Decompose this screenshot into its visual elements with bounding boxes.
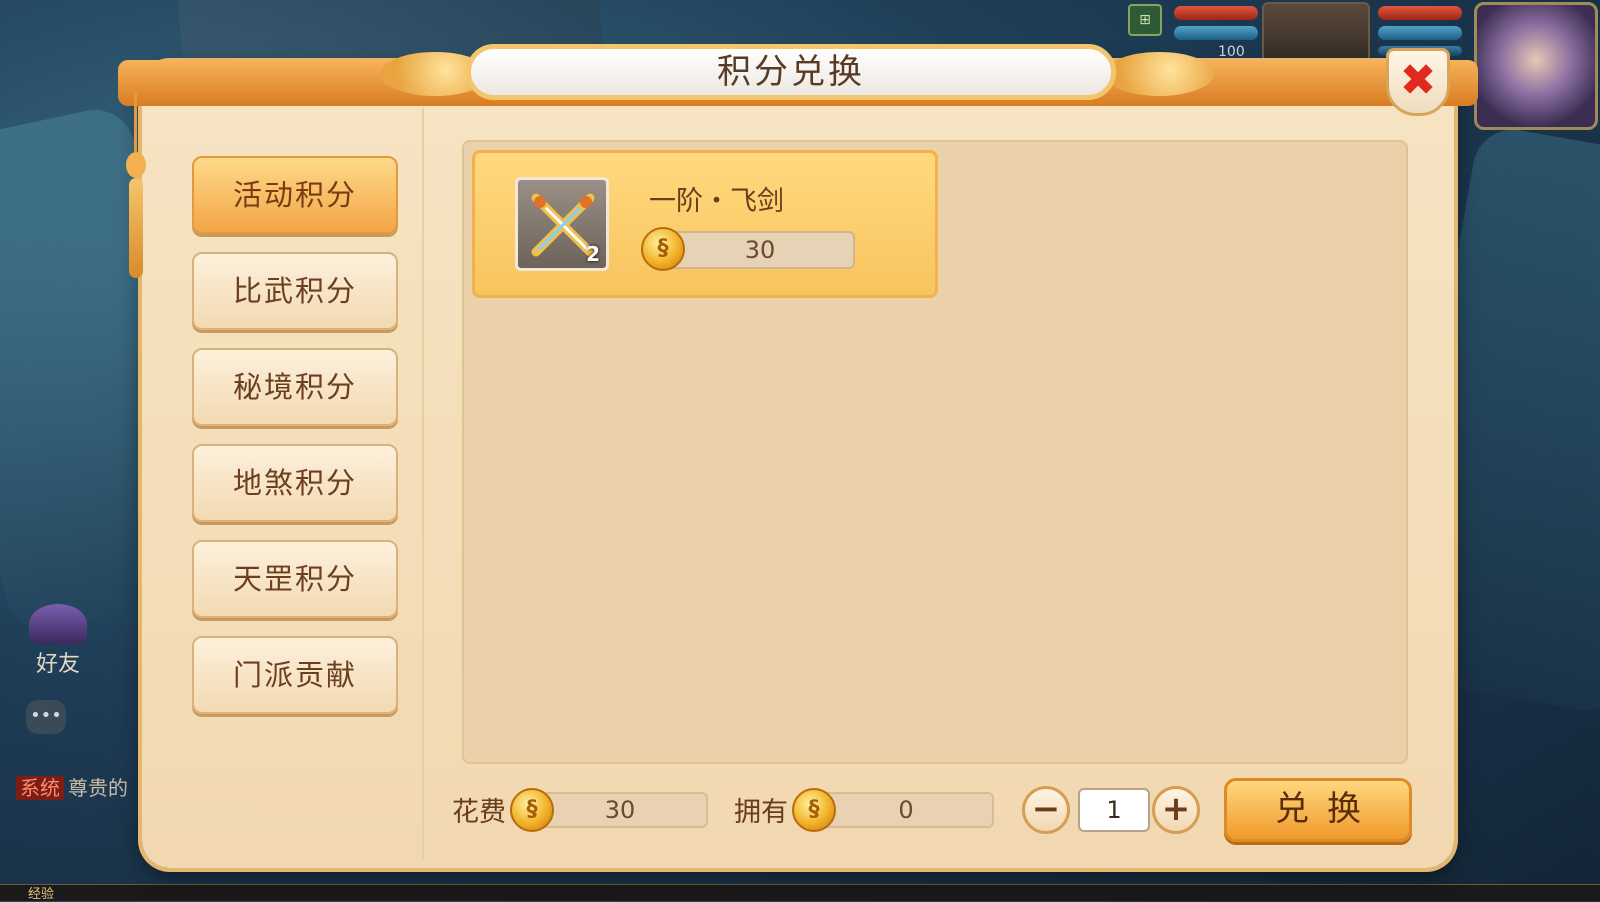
- tassel-cord: [134, 92, 137, 152]
- exp-label: 经验: [28, 887, 55, 902]
- friend-label: 好友: [35, 652, 80, 677]
- level-text: 100: [1218, 44, 1245, 60]
- item-price: 30: [665, 231, 855, 269]
- hp-bar: [1174, 6, 1258, 20]
- right-cloud-ornament: [1104, 52, 1214, 96]
- tab-activity-points[interactable]: 活动积分: [192, 156, 398, 234]
- player-avatar[interactable]: [1474, 2, 1598, 130]
- tab-heaven-star-points[interactable]: 天罡积分: [192, 540, 398, 618]
- tassel-tail: [129, 178, 143, 278]
- tassel-ornament: [126, 92, 146, 292]
- exp-bar: 经验: [0, 884, 1600, 902]
- crossed-swords-icon: 2: [515, 177, 609, 271]
- dialog-title: 积分兑换: [466, 44, 1116, 100]
- item-count: 2: [586, 242, 600, 266]
- system-tag: 系统: [16, 776, 64, 800]
- increase-quantity-button[interactable]: +: [1152, 786, 1200, 834]
- mp-bar: [1174, 26, 1258, 40]
- system-message-line: 系统 尊贵的: [16, 772, 128, 801]
- close-button[interactable]: ✖: [1386, 48, 1450, 116]
- exchange-button[interactable]: 兑换: [1224, 778, 1412, 842]
- coin-icon: §: [641, 227, 685, 271]
- tab-earth-fiend-points[interactable]: 地煞积分: [192, 444, 398, 522]
- own-label: 拥有: [734, 797, 788, 828]
- tab-secret-realm-points[interactable]: 秘境积分: [192, 348, 398, 426]
- tassel-knot: [126, 152, 146, 178]
- tab-arena-points[interactable]: 比武积分: [192, 252, 398, 330]
- decrease-quantity-button[interactable]: −: [1022, 786, 1070, 834]
- tab-sect-contribution[interactable]: 门派贡献: [192, 636, 398, 714]
- cost-label: 花费: [452, 797, 506, 828]
- chat-bubble-icon[interactable]: •••: [26, 700, 66, 734]
- wizard-hat-icon: [29, 604, 87, 644]
- pet-hp-bar: [1378, 6, 1462, 20]
- item-name: 一阶・飞剑: [649, 186, 784, 217]
- coin-icon: §: [510, 788, 554, 832]
- item-card[interactable]: 2 一阶・飞剑 30 §: [472, 150, 938, 298]
- coin-icon: §: [792, 788, 836, 832]
- map-icon[interactable]: ⊞: [1128, 4, 1162, 36]
- system-message: 尊贵的: [68, 776, 128, 800]
- own-value: 0: [818, 792, 994, 828]
- pet-mp-bar: [1378, 26, 1462, 40]
- cost-value: 30: [532, 792, 708, 828]
- friend-button[interactable]: 好友: [22, 604, 94, 678]
- quantity-input[interactable]: [1078, 788, 1150, 832]
